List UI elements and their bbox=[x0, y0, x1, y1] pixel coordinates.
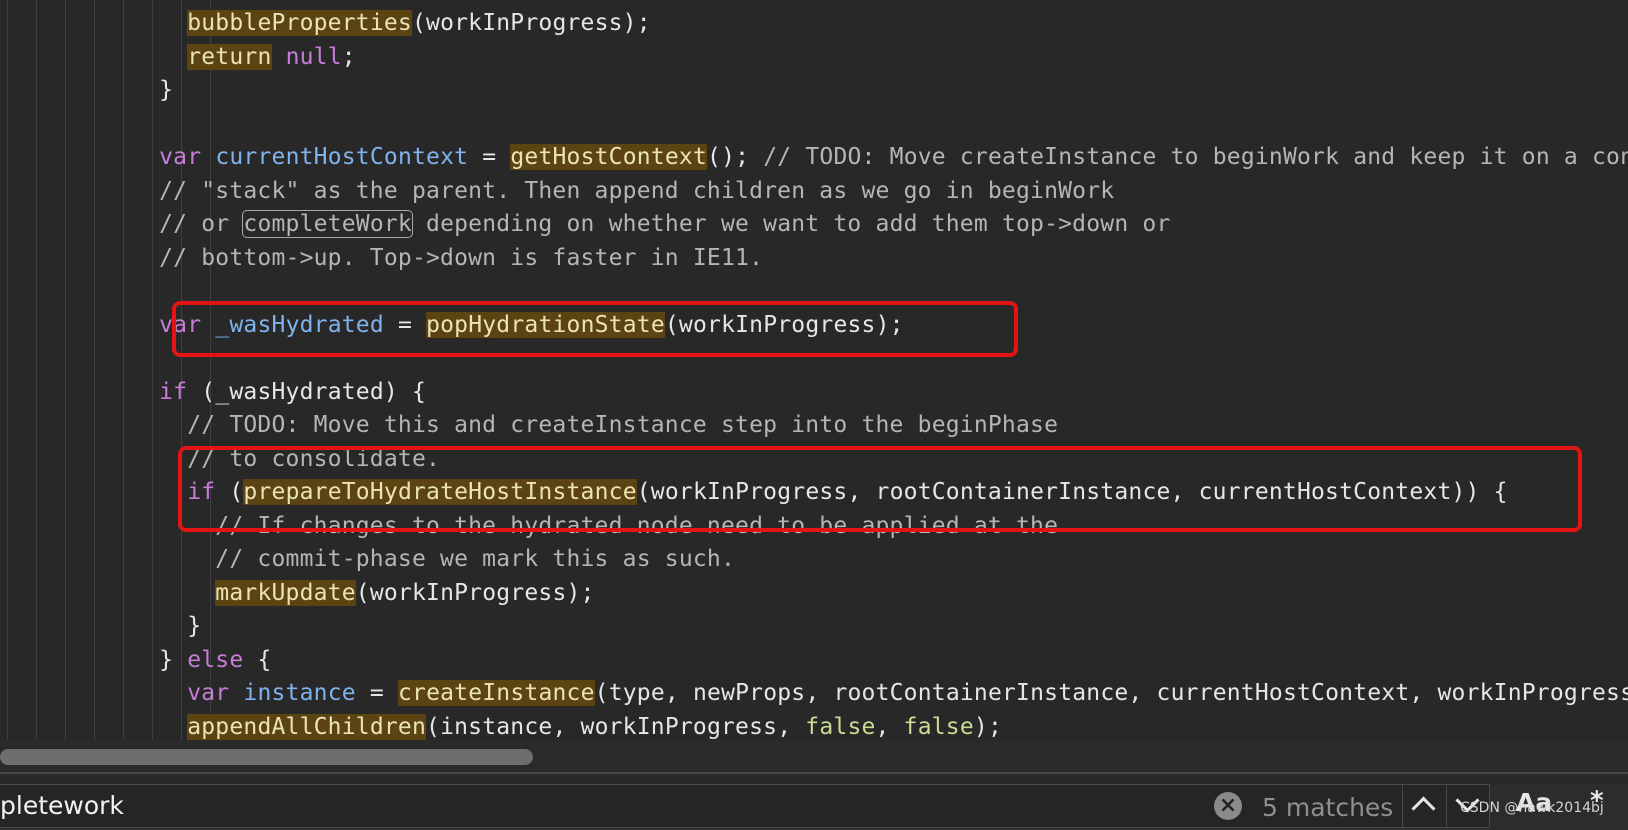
code-token: ); bbox=[973, 713, 1003, 740]
code-line[interactable]: // commit-phase we mark this as such. bbox=[131, 543, 735, 575]
code-token: (instance, workInProgress, bbox=[426, 713, 806, 740]
code-token: bubbleProperties bbox=[187, 10, 412, 36]
code-token: appendAllChildren bbox=[187, 713, 427, 740]
code-line[interactable]: appendAllChildren(instance, workInProgre… bbox=[131, 711, 1002, 741]
annotation-box-was-hydrated bbox=[172, 301, 1018, 357]
code-token: (type, newProps, rootContainerInstance, … bbox=[594, 680, 1628, 706]
code-token: currentHostContext bbox=[215, 144, 469, 170]
code-token: getHostContext bbox=[510, 144, 708, 170]
code-token: else bbox=[187, 646, 244, 673]
code-line[interactable]: var instance = createInstance(type, newP… bbox=[131, 677, 1628, 709]
code-line[interactable]: bubbleProperties(workInProgress); bbox=[131, 7, 651, 39]
horizontal-scrollbar-thumb[interactable] bbox=[0, 749, 533, 765]
chevron-up-icon bbox=[1411, 796, 1436, 821]
find-widget: pletework × 5 matches Aa * bbox=[0, 784, 1628, 830]
code-token: var bbox=[187, 680, 230, 706]
previous-match-button[interactable] bbox=[1402, 784, 1446, 828]
code-token: } bbox=[131, 77, 174, 103]
code-line[interactable]: var currentHostContext = getHostContext(… bbox=[131, 141, 1628, 173]
code-token: // "stack" as the parent. Then append ch… bbox=[131, 177, 1115, 204]
code-token: // or bbox=[131, 211, 244, 237]
code-token: var bbox=[159, 144, 202, 170]
code-token: instance bbox=[243, 680, 356, 706]
indent-guide bbox=[7, 0, 8, 740]
code-token: return bbox=[187, 43, 272, 70]
code-token: if bbox=[159, 378, 188, 405]
code-line[interactable]: } bbox=[131, 74, 173, 106]
code-token: // TODO: Move createInstance to beginWor… bbox=[763, 144, 1628, 170]
code-token: ; bbox=[341, 43, 356, 70]
code-line[interactable]: markUpdate(workInProgress); bbox=[131, 577, 595, 609]
code-token: createInstance bbox=[397, 680, 595, 706]
code-token: (); bbox=[707, 144, 764, 170]
indent-guide bbox=[36, 0, 37, 740]
code-token: false bbox=[805, 713, 876, 740]
code-token: // commit-phase we mark this as such. bbox=[131, 546, 736, 572]
indent-guide bbox=[210, 0, 211, 740]
indent-guide bbox=[123, 0, 124, 740]
code-token: completeWork bbox=[242, 210, 413, 238]
code-token: null bbox=[285, 43, 342, 70]
code-line[interactable]: } else { bbox=[131, 644, 272, 676]
match-count: 5 matches bbox=[1262, 793, 1394, 822]
code-editor[interactable]: bubbleProperties(workInProgress); return… bbox=[0, 0, 1628, 740]
find-query-text: pletework bbox=[0, 791, 124, 820]
indent-guide bbox=[65, 0, 66, 740]
code-line[interactable]: // TODO: Move this and createInstance st… bbox=[131, 409, 1058, 441]
code-token: = bbox=[468, 144, 511, 170]
code-line[interactable]: } bbox=[131, 610, 201, 642]
code-token: { bbox=[243, 646, 272, 673]
code-token: } bbox=[131, 613, 202, 639]
watermark: CSDN @hawk2014bj bbox=[1460, 800, 1604, 816]
code-line[interactable]: // "stack" as the parent. Then append ch… bbox=[131, 175, 1114, 207]
code-line[interactable]: // bottom->up. Top->down is faster in IE… bbox=[131, 242, 763, 274]
code-token: } bbox=[131, 646, 188, 673]
find-input[interactable]: pletework × 5 matches bbox=[0, 784, 1490, 828]
code-token: (_wasHydrated) { bbox=[187, 378, 427, 405]
code-line[interactable]: if (_wasHydrated) { bbox=[131, 376, 426, 408]
code-token: = bbox=[355, 680, 398, 706]
code-token: depending on whether we want to add them… bbox=[411, 211, 1171, 237]
clear-search-icon[interactable]: × bbox=[1214, 792, 1242, 820]
code-token: // bottom->up. Top->down is faster in IE… bbox=[131, 244, 764, 271]
indent-guide bbox=[94, 0, 95, 740]
code-line[interactable]: return null; bbox=[131, 41, 356, 73]
code-token: (workInProgress); bbox=[411, 10, 651, 36]
code-token: // TODO: Move this and createInstance st… bbox=[131, 412, 1059, 438]
panel-divider bbox=[0, 772, 1628, 774]
code-line[interactable]: // or completeWork depending on whether … bbox=[131, 208, 1171, 240]
code-token: false bbox=[903, 713, 974, 740]
annotation-box-prepare-to-hydrate bbox=[178, 446, 1582, 532]
code-token: (workInProgress); bbox=[355, 579, 595, 606]
code-token: markUpdate bbox=[215, 579, 356, 606]
code-token: , bbox=[875, 713, 904, 740]
